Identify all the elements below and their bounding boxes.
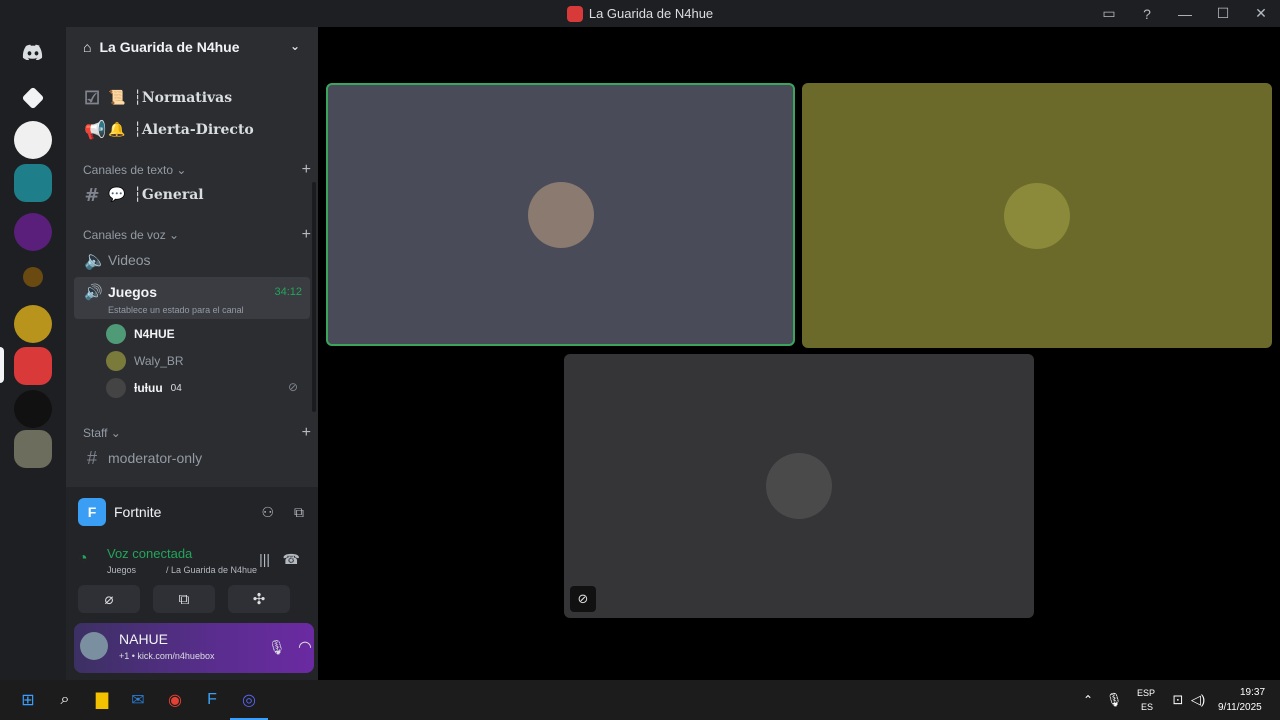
avatar bbox=[106, 324, 126, 344]
server-small[interactable] bbox=[23, 267, 43, 287]
voice-stage: ⊘ bbox=[318, 27, 1280, 680]
mic-muted-icon: ⊘ bbox=[570, 586, 596, 612]
close-icon[interactable]: ✕ bbox=[1242, 0, 1280, 27]
home-icon: ⌂ bbox=[83, 39, 92, 55]
avatar bbox=[106, 378, 126, 398]
server-yaiaga[interactable] bbox=[14, 121, 52, 159]
category-text[interactable]: Canales de texto ⌄ + bbox=[83, 161, 311, 179]
scrollbar[interactable] bbox=[312, 182, 316, 412]
voice-member[interactable]: N4HUE bbox=[106, 322, 175, 346]
mic-muted-icon: ⊘ bbox=[288, 380, 299, 394]
screen-share-icon[interactable]: ⧉ bbox=[294, 504, 304, 521]
guild-header[interactable]: ⌂ La Guarida de N4hue ⌄ bbox=[66, 27, 318, 67]
search-icon[interactable]: ⌕ bbox=[53, 688, 77, 712]
inbox-icon[interactable]: ▭ bbox=[1090, 0, 1128, 27]
hash-icon: # bbox=[84, 184, 100, 206]
discord-home-icon[interactable] bbox=[14, 33, 52, 71]
category-staff[interactable]: Staff ⌄ + bbox=[83, 424, 311, 442]
server-icon bbox=[566, 5, 583, 22]
clock-date[interactable]: 9/11/2025 bbox=[1218, 702, 1262, 713]
camera-off-icon: ⌀ bbox=[104, 591, 114, 608]
channel-moderator-only[interactable]: # moderator-only bbox=[74, 443, 310, 473]
username: NAHUE bbox=[119, 631, 169, 647]
voice-status: ◔ Voz conectada Juegos / La Guarida de N… bbox=[78, 546, 300, 575]
taskbar: ⊞ ⌕ ▇ ✉ ◉ F ◎ ⌃ 🎙 ESP ES ⊡ ◁) 19:37 9/11… bbox=[0, 680, 1280, 720]
channel-alerta-directo[interactable]: 📢 🔔 ┆Alerta-Directo bbox=[74, 115, 310, 145]
server-dice[interactable] bbox=[14, 79, 52, 117]
microphone-icon[interactable]: 🎙 bbox=[1102, 688, 1126, 712]
server-photo[interactable] bbox=[14, 430, 52, 468]
screen-share-button[interactable]: ⧉ bbox=[153, 585, 215, 613]
fortnite-icon[interactable]: F bbox=[200, 688, 224, 712]
voice-channel-juegos[interactable]: 🔊 Juegos 34:12 Establece un estado para … bbox=[74, 277, 310, 319]
avatar bbox=[80, 632, 108, 660]
server-active[interactable] bbox=[14, 347, 52, 385]
avatar bbox=[527, 181, 594, 248]
server-gold[interactable] bbox=[14, 305, 52, 343]
speaker-icon: 🔊 bbox=[84, 284, 103, 301]
start-icon[interactable]: ⊞ bbox=[16, 688, 40, 712]
video-tile-tutuu[interactable]: ⊘ bbox=[564, 354, 1034, 618]
minimize-icon[interactable]: — bbox=[1166, 0, 1204, 27]
video-tile-waly[interactable] bbox=[802, 83, 1272, 348]
server-gs[interactable] bbox=[14, 390, 52, 428]
channel-sidebar: ⌂ La Guarida de N4hue ⌄ ☑ 📜 ┆Normativas … bbox=[66, 27, 318, 680]
chevron-up-icon[interactable]: ⌃ bbox=[1076, 688, 1100, 712]
server-purple[interactable] bbox=[14, 213, 52, 251]
avatar bbox=[1004, 182, 1070, 249]
speaker-icon: 🔈 bbox=[84, 249, 107, 270]
add-channel-icon[interactable]: + bbox=[302, 226, 311, 244]
volume-icon[interactable]: ◁) bbox=[1186, 688, 1210, 712]
invite-icon[interactable]: ⚇ bbox=[261, 504, 274, 521]
chrome-icon[interactable]: ◉ bbox=[163, 688, 187, 712]
activities-icon: ✣ bbox=[252, 591, 266, 608]
selected-pill bbox=[0, 347, 4, 383]
user-panel[interactable]: NAHUE +1 • kick.com/n4huebox 🎙 ◠ bbox=[74, 623, 314, 673]
server-teal[interactable] bbox=[14, 164, 52, 202]
fortnite-icon: F bbox=[78, 498, 106, 526]
title-bar: La Guarida de N4hue ▭ ? — ☐ ✕ bbox=[0, 0, 1280, 27]
user-status: +1 • kick.com/n4huebox bbox=[119, 651, 215, 661]
noise-suppression-icon[interactable]: ||| bbox=[259, 551, 270, 567]
bottom-panel: F Fortnite ⚇ ⧉ ◔ Voz conectada Juegos / … bbox=[66, 487, 318, 680]
add-channel-icon[interactable]: + bbox=[302, 424, 311, 442]
signal-icon: ◔ bbox=[78, 550, 88, 567]
server-list bbox=[0, 27, 66, 680]
voice-member[interactable]: ƚuƚuu 04 bbox=[106, 376, 182, 400]
channel-general[interactable]: # 💬 ┆General bbox=[74, 180, 310, 210]
hash-icon: # bbox=[86, 447, 97, 468]
channel-status-hint[interactable]: Establece un estado para el canal bbox=[108, 305, 244, 315]
camera-button[interactable]: ⌀ bbox=[78, 585, 140, 613]
rules-icon: ☑ bbox=[84, 87, 101, 109]
announce-icon: 📢 bbox=[84, 119, 107, 141]
chevron-down-icon: ⌄ bbox=[289, 39, 300, 53]
screen-share-icon: ⧉ bbox=[178, 590, 190, 608]
discord-icon[interactable]: ◎ bbox=[237, 688, 261, 712]
activities-button[interactable]: ✣ bbox=[228, 585, 290, 613]
disconnect-icon[interactable]: ☎ bbox=[283, 551, 300, 568]
headphones-icon[interactable]: ◠ bbox=[298, 637, 312, 657]
microphone-icon[interactable]: 🎙 bbox=[268, 639, 286, 656]
add-channel-icon[interactable]: + bbox=[302, 161, 311, 179]
mail-icon[interactable]: ✉ bbox=[126, 688, 150, 712]
voice-channel-videos[interactable]: 🔈 Videos bbox=[74, 245, 310, 275]
clock-time[interactable]: 19:37 bbox=[1240, 687, 1265, 698]
video-tile-n4hue[interactable] bbox=[326, 83, 795, 346]
voice-timer: 34:12 bbox=[274, 286, 302, 298]
window-title: La Guarida de N4hue bbox=[588, 6, 714, 21]
avatar bbox=[766, 453, 832, 519]
help-icon[interactable]: ? bbox=[1128, 0, 1166, 27]
activity-game[interactable]: F Fortnite ⚇ ⧉ bbox=[78, 497, 308, 527]
folder-icon[interactable]: ▇ bbox=[90, 688, 114, 712]
avatar bbox=[106, 351, 126, 371]
maximize-icon[interactable]: ☐ bbox=[1204, 0, 1242, 27]
voice-member[interactable]: Waly_BR bbox=[106, 349, 184, 373]
channel-normativas[interactable]: ☑ 📜 ┆Normativas bbox=[74, 83, 310, 113]
category-voice[interactable]: Canales de voz ⌄ + bbox=[83, 226, 311, 244]
member-badge: 04 bbox=[170, 382, 182, 394]
